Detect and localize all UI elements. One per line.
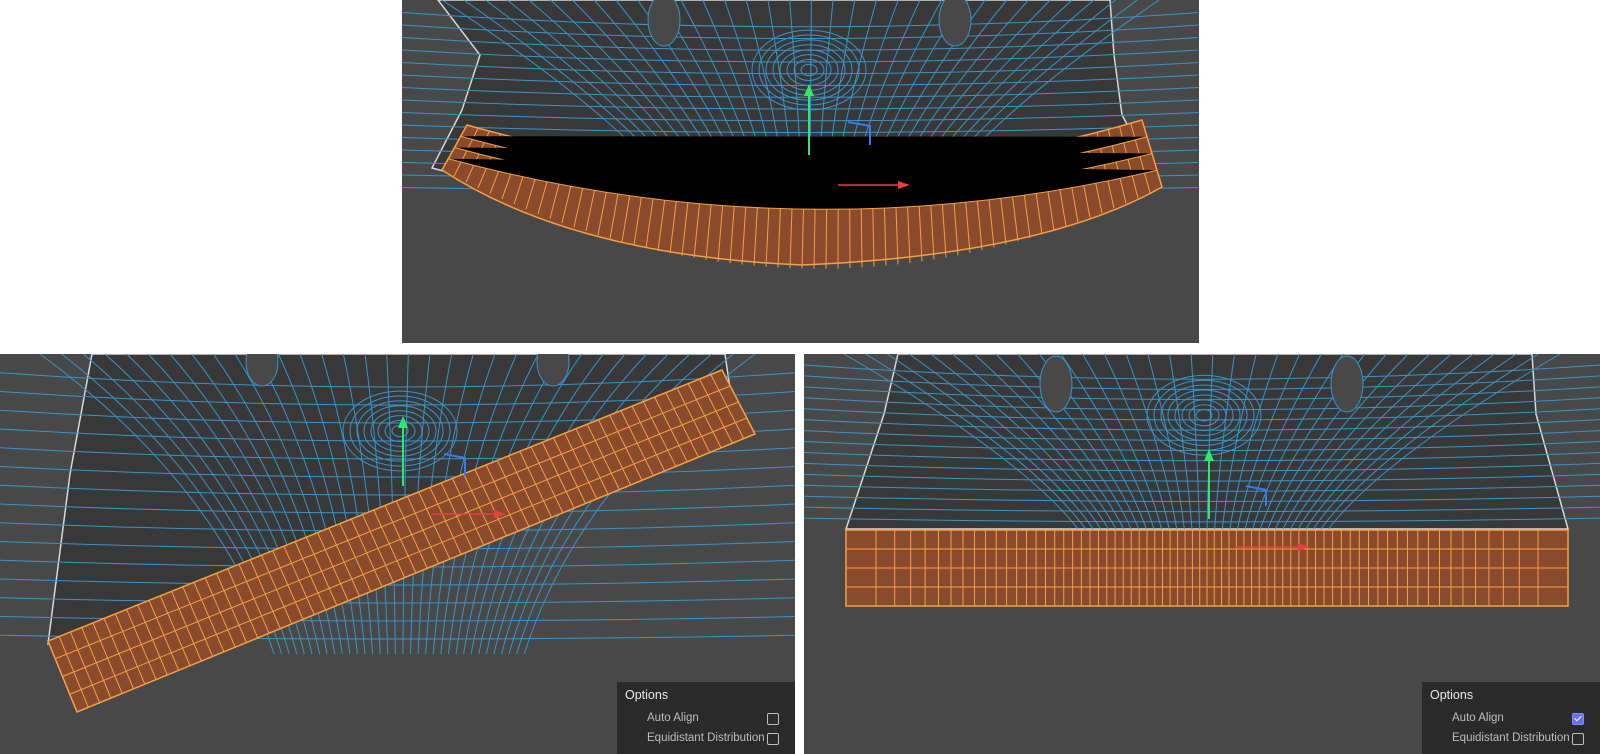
mesh-hole-right	[1330, 355, 1364, 413]
option-equidistant-distribution[interactable]: Equidistant Distribution	[617, 730, 795, 748]
option-equidistant-distribution[interactable]: Equidistant Distribution	[1422, 730, 1600, 748]
auto-align-checkbox[interactable]	[767, 713, 779, 725]
mesh-hole-right	[938, 0, 972, 47]
equidistant-distribution-label: Equidistant Distribution	[1452, 732, 1570, 744]
equidistant-distribution-label: Equidistant Distribution	[647, 732, 765, 744]
equidistant-distribution-checkbox[interactable]	[1572, 733, 1584, 745]
auto-align-label: Auto Align	[1452, 712, 1504, 724]
equidistant-distribution-checkbox[interactable]	[767, 733, 779, 745]
options-title: Options	[625, 688, 669, 702]
uv-canvas-top[interactable]	[402, 0, 1199, 343]
uv-viewport-left[interactable]: Options Auto Align Equidistant Distribut…	[0, 354, 795, 754]
options-panel: Options Auto Align Equidistant Distribut…	[617, 682, 795, 754]
options-panel: Options Auto Align Equidistant Distribut…	[1422, 682, 1600, 754]
uv-viewport-right[interactable]: Options Auto Align Equidistant Distribut…	[804, 354, 1600, 754]
mesh-hole-left	[1039, 355, 1073, 413]
options-title: Options	[1430, 688, 1474, 702]
auto-align-checkbox[interactable]	[1572, 713, 1584, 725]
option-auto-align[interactable]: Auto Align	[617, 710, 795, 728]
mesh-hole-left	[647, 0, 681, 47]
auto-align-label: Auto Align	[647, 712, 699, 724]
uv-viewport-top[interactable]	[402, 0, 1199, 343]
option-auto-align[interactable]: Auto Align	[1422, 710, 1600, 728]
